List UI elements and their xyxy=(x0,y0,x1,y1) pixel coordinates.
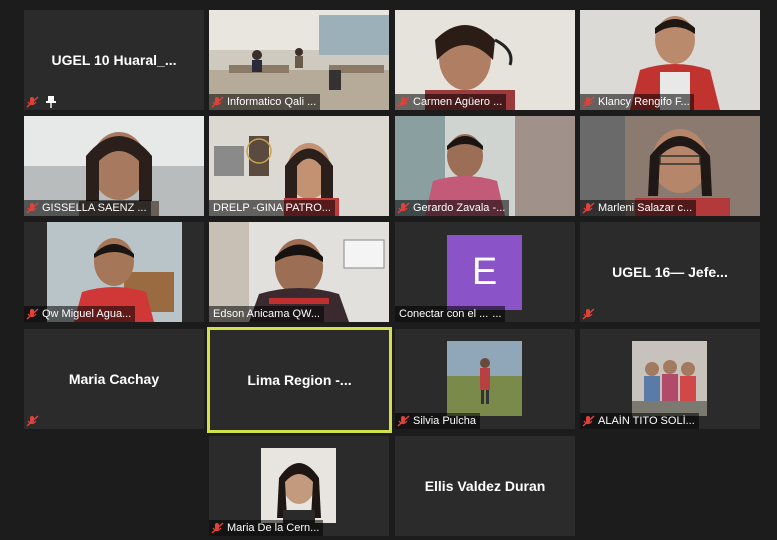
participant-name: Edson Anicama QW... xyxy=(213,308,320,320)
participant-avatar xyxy=(632,341,707,416)
participant-tile[interactable]: Edson Anicama QW... xyxy=(209,222,389,322)
participant-label: Maria De la Cern... xyxy=(209,520,324,536)
participant-tile[interactable]: UGEL 10 Huaral_... xyxy=(24,10,204,110)
participant-name: GISSELLA SAENZ ... xyxy=(42,202,147,214)
participant-tile[interactable]: Maria De la Cern... xyxy=(209,436,389,536)
more-options-icon[interactable]: ... xyxy=(492,308,501,320)
participant-tile[interactable]: Gerardo Zavala -... xyxy=(395,116,575,216)
mic-muted-icon xyxy=(26,308,39,320)
participant-tile[interactable]: UGEL 16— Jefe... xyxy=(580,222,760,322)
mic-muted-icon xyxy=(26,202,39,214)
participant-name: DRELP -GINA PATRO... xyxy=(213,202,331,214)
participant-label: Gerardo Zavala -... xyxy=(395,200,510,216)
participant-name: Maria De la Cern... xyxy=(227,522,320,534)
pin-icon xyxy=(46,96,56,108)
participant-label: GISSELLA SAENZ ... xyxy=(24,200,151,216)
participant-avatar xyxy=(447,341,522,416)
participant-avatar: E xyxy=(447,235,522,310)
mic-muted-icon xyxy=(582,308,595,320)
participant-tile[interactable]: GISSELLA SAENZ ... xyxy=(24,116,204,216)
participant-label: Informatico Qali ... xyxy=(209,94,321,110)
participant-name: UGEL 16— Jefe... xyxy=(612,264,728,280)
participant-name: Qw Miguel Agua... xyxy=(42,308,132,320)
participant-label: Silvia Pulcha xyxy=(395,413,480,429)
participant-name: Gerardo Zavala -... xyxy=(413,202,506,214)
mic-muted-icon xyxy=(26,96,39,108)
participant-tile[interactable]: Carmen Agüero ... xyxy=(395,10,575,110)
participant-tile[interactable]: ALAÍN TITO SOLÍ... xyxy=(580,329,760,429)
participant-tile[interactable]: Informatico Qali ... xyxy=(209,10,389,110)
participant-label: Carmen Agüero ... xyxy=(395,94,507,110)
participant-name: Silvia Pulcha xyxy=(413,415,476,427)
participant-name: Maria Cachay xyxy=(68,371,160,387)
participant-label: Qw Miguel Agua... xyxy=(24,306,136,322)
mic-muted-icon xyxy=(397,202,410,214)
mic-muted-icon xyxy=(211,96,224,108)
participant-label: DRELP -GINA PATRO... xyxy=(209,200,335,216)
active-speaker-tile[interactable]: Lima Region -... xyxy=(207,327,392,433)
tile-status-bar xyxy=(24,413,46,429)
participant-name: Lima Region -... xyxy=(247,372,352,388)
participant-tile[interactable]: Ellis Valdez Duran xyxy=(395,436,575,536)
participant-tile[interactable]: E Conectar con el ... ... xyxy=(395,222,575,322)
participant-tile[interactable]: Qw Miguel Agua... xyxy=(24,222,204,322)
participant-label: Klancy Rengifo F... xyxy=(580,94,694,110)
participant-tile[interactable]: DRELP -GINA PATRO... xyxy=(209,116,389,216)
tile-status-bar xyxy=(24,94,60,110)
mic-muted-icon xyxy=(397,415,410,427)
participant-name: Ellis Valdez Duran xyxy=(424,478,546,494)
participant-tile[interactable]: Marleni Salazar c... xyxy=(580,116,760,216)
participant-tile[interactable]: Silvia Pulcha xyxy=(395,329,575,429)
mic-muted-icon xyxy=(582,202,595,214)
participant-name: ALAÍN TITO SOLÍ... xyxy=(598,415,695,427)
mic-muted-icon xyxy=(582,96,595,108)
mic-muted-icon xyxy=(582,415,595,427)
participant-label: Conectar con el ... ... xyxy=(395,306,506,322)
participant-avatar xyxy=(261,448,336,523)
participant-name: Carmen Agüero ... xyxy=(413,96,503,108)
participant-tile[interactable]: Maria Cachay xyxy=(24,329,204,429)
participant-label: ALAÍN TITO SOLÍ... xyxy=(580,413,699,429)
participant-tile[interactable]: Klancy Rengifo F... xyxy=(580,10,760,110)
mic-muted-icon xyxy=(211,522,224,534)
participant-name: Marleni Salazar c... xyxy=(598,202,693,214)
participant-label: Edson Anicama QW... xyxy=(209,306,324,322)
mic-muted-icon xyxy=(397,96,410,108)
participant-label: Marleni Salazar c... xyxy=(580,200,697,216)
participant-name: Informatico Qali ... xyxy=(227,96,317,108)
tile-status-bar xyxy=(580,306,602,322)
participant-name: Conectar con el ... xyxy=(399,308,489,320)
mic-muted-icon xyxy=(26,415,39,427)
participant-name: Klancy Rengifo F... xyxy=(598,96,690,108)
